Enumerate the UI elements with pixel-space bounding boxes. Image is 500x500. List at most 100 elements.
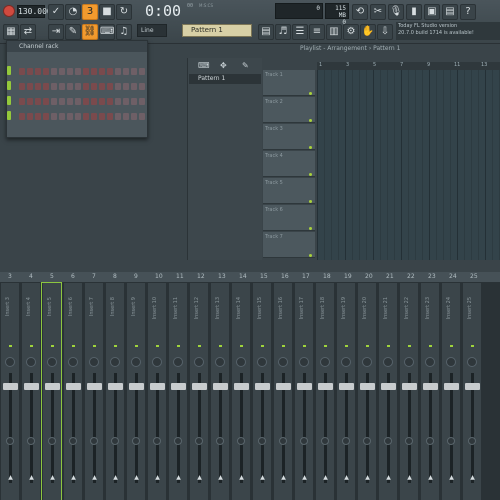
stereo-separation-knob-icon[interactable] [363,437,371,445]
stereo-separation-knob-icon[interactable] [195,437,203,445]
pan-knob-icon[interactable] [68,357,78,367]
stereo-separation-knob-icon[interactable] [405,437,413,445]
step-button[interactable] [43,98,49,105]
track-mute-led[interactable] [309,200,312,203]
stereo-separation-knob-icon[interactable] [447,437,455,445]
route-arrow-icon[interactable]: ▲ [449,475,454,481]
step-button[interactable] [139,83,145,90]
stereo-separation-knob-icon[interactable] [468,437,476,445]
route-arrow-icon[interactable]: ▲ [281,475,286,481]
track-header[interactable]: Track 6 [263,205,315,231]
volume-fader[interactable] [108,383,123,390]
step-button[interactable] [51,68,57,75]
channel-led[interactable] [7,96,11,105]
step-button[interactable] [115,113,121,120]
volume-fader[interactable] [192,383,207,390]
step-button[interactable] [131,98,137,105]
link-button[interactable]: ⛓ [82,24,98,40]
step-button[interactable] [115,98,121,105]
step-button[interactable] [19,113,25,120]
mixer-insert-strip[interactable]: Insert 9 ▲ [126,283,145,500]
step-button[interactable] [67,113,73,120]
step-button[interactable] [67,98,73,105]
loop-record-button[interactable]: ↻ [116,4,132,20]
mixer-arrow-button[interactable]: ⇄ [20,24,36,40]
volume-fader[interactable] [171,383,186,390]
step-button[interactable] [99,113,105,120]
piano-roll-icon[interactable]: ♬ [275,24,291,40]
track-header[interactable]: Track 5 [263,178,315,204]
step-button[interactable] [35,98,41,105]
step-button[interactable] [107,83,113,90]
pan-knob-icon[interactable] [278,357,288,367]
route-arrow-icon[interactable]: ▲ [428,475,433,481]
volume-fader[interactable] [318,383,333,390]
piano-button[interactable]: ♫ [116,24,132,40]
pan-knob-icon[interactable] [47,357,57,367]
tempo-tap-icon[interactable]: ▮ [406,4,422,20]
metronome-button[interactable]: ✓ [48,4,64,20]
route-arrow-icon[interactable]: ▲ [113,475,118,481]
step-button[interactable] [43,83,49,90]
help-icon[interactable]: ? [460,4,476,20]
browser-icon[interactable]: ▥ [326,24,342,40]
volume-fader[interactable] [24,383,39,390]
step-button[interactable] [131,68,137,75]
step-button[interactable] [51,83,57,90]
playlist-title[interactable]: Playlist - Arrangement › Pattern 1 [300,43,500,54]
stereo-separation-knob-icon[interactable] [279,437,287,445]
blend-button[interactable]: ▦ [3,24,19,40]
track-mute-led[interactable] [309,173,312,176]
volume-fader[interactable] [381,383,396,390]
route-arrow-icon[interactable]: ▲ [323,475,328,481]
mixer-insert-strip[interactable]: Insert 25 ▲ [462,283,481,500]
channel-rack-title[interactable]: Channel rack [7,41,147,52]
step-button[interactable] [75,68,81,75]
route-arrow-icon[interactable]: ▲ [92,475,97,481]
stereo-separation-knob-icon[interactable] [258,437,266,445]
volume-fader[interactable] [423,383,438,390]
step-button[interactable] [91,68,97,75]
channel-led[interactable] [7,81,11,90]
volume-fader[interactable] [276,383,291,390]
step-button[interactable] [59,83,65,90]
step-button[interactable] [123,83,129,90]
playlist-grid[interactable] [317,70,500,260]
countdown-button[interactable]: 3 [82,4,98,20]
plugin-icon[interactable]: ▣ [424,4,440,20]
stereo-separation-knob-icon[interactable] [132,437,140,445]
stereo-separation-knob-icon[interactable] [426,437,434,445]
volume-fader[interactable] [45,383,60,390]
stereo-separation-knob-icon[interactable] [69,437,77,445]
touch-icon[interactable]: ✋ [360,24,376,40]
pan-knob-icon[interactable] [215,357,225,367]
pan-knob-icon[interactable] [152,357,162,367]
step-button[interactable] [27,68,33,75]
stereo-separation-knob-icon[interactable] [111,437,119,445]
step-button[interactable] [123,113,129,120]
snap-left-button[interactable]: ⇥ [48,24,64,40]
step-button[interactable] [27,113,33,120]
cpu-icon[interactable]: ▤ [442,4,458,20]
volume-fader[interactable] [87,383,102,390]
step-button[interactable] [99,68,105,75]
plugin-picker-icon[interactable]: ⚙ [343,24,359,40]
stereo-separation-knob-icon[interactable] [342,437,350,445]
step-button[interactable] [43,113,49,120]
step-button[interactable] [19,68,25,75]
step-button[interactable] [75,98,81,105]
pan-knob-icon[interactable] [236,357,246,367]
volume-fader[interactable] [402,383,417,390]
track-header[interactable]: Track 1 [263,70,315,96]
mixer-insert-strip[interactable]: Insert 18 ▲ [315,283,334,500]
step-button[interactable] [91,113,97,120]
cut-icon[interactable]: ✂ [370,4,386,20]
playlist-icon[interactable]: ▤ [258,24,274,40]
stereo-separation-knob-icon[interactable] [48,437,56,445]
step-button[interactable] [139,98,145,105]
pan-knob-icon[interactable] [446,357,456,367]
pan-knob-icon[interactable] [299,357,309,367]
snap-select[interactable]: Line [137,24,167,37]
mixer-insert-strip[interactable]: Insert 16 ▲ [273,283,292,500]
step-button[interactable] [91,98,97,105]
